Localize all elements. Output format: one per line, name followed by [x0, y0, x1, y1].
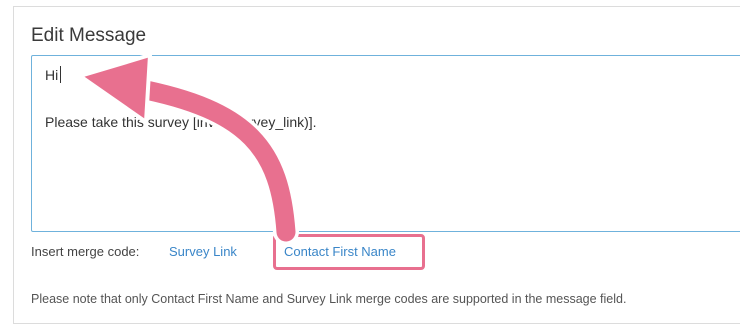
merge-code-label: Insert merge code: — [31, 244, 140, 259]
editor-greeting-line: Hi — [45, 66, 62, 83]
editor-greeting-text: Hi — [45, 67, 59, 83]
merge-support-note: Please note that only Contact First Name… — [31, 292, 627, 306]
annotation-highlight-box — [273, 234, 425, 270]
section-title: Edit Message — [31, 25, 147, 46]
text-caret — [60, 66, 62, 83]
message-editor[interactable]: Hi Please take this survey [invite(surve… — [31, 55, 740, 232]
editor-body-line: Please take this survey [invite(survey_l… — [45, 114, 317, 130]
merge-link-survey[interactable]: Survey Link — [169, 244, 237, 259]
